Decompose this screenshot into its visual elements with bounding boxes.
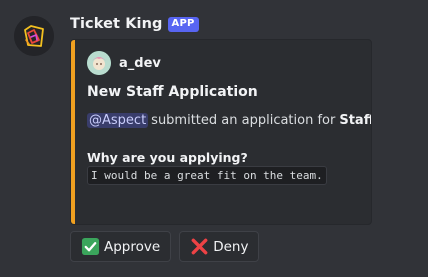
bot-username[interactable]: Ticket King: [70, 16, 163, 32]
bot-message: Ticket King APP a_dev New Staff Applicat…: [0, 0, 428, 277]
field-value-code: I would be a great fit on the team.: [87, 166, 327, 185]
description-text: submitted an application for: [151, 113, 336, 128]
deny-label: Deny: [213, 238, 249, 255]
crown-logo-icon: [14, 16, 54, 56]
user-mention[interactable]: @Aspect: [87, 113, 149, 128]
embed-author: a_dev: [87, 51, 161, 75]
message-header: Ticket King APP: [70, 14, 199, 34]
app-badge: APP: [167, 16, 199, 32]
cross-mark-icon: [189, 237, 209, 257]
check-mark-icon: [80, 237, 100, 257]
action-row: Approve Deny: [70, 231, 260, 263]
field-name: Why are you applying?: [87, 150, 248, 165]
approve-label: Approve: [104, 238, 161, 255]
embed-accent-bar: [71, 40, 75, 224]
application-embed: a_dev New Staff Application @Aspect subm…: [70, 39, 372, 225]
embed-title: New Staff Application: [87, 84, 258, 100]
role-name: Staff: [339, 113, 372, 128]
embed-author-name[interactable]: a_dev: [119, 56, 161, 71]
approve-button[interactable]: Approve: [70, 231, 172, 262]
bot-avatar[interactable]: [14, 16, 54, 56]
user-avatar-icon[interactable]: [87, 51, 111, 75]
deny-button[interactable]: Deny: [179, 231, 260, 262]
embed-description: @Aspect submitted an application for Sta…: [87, 113, 372, 128]
